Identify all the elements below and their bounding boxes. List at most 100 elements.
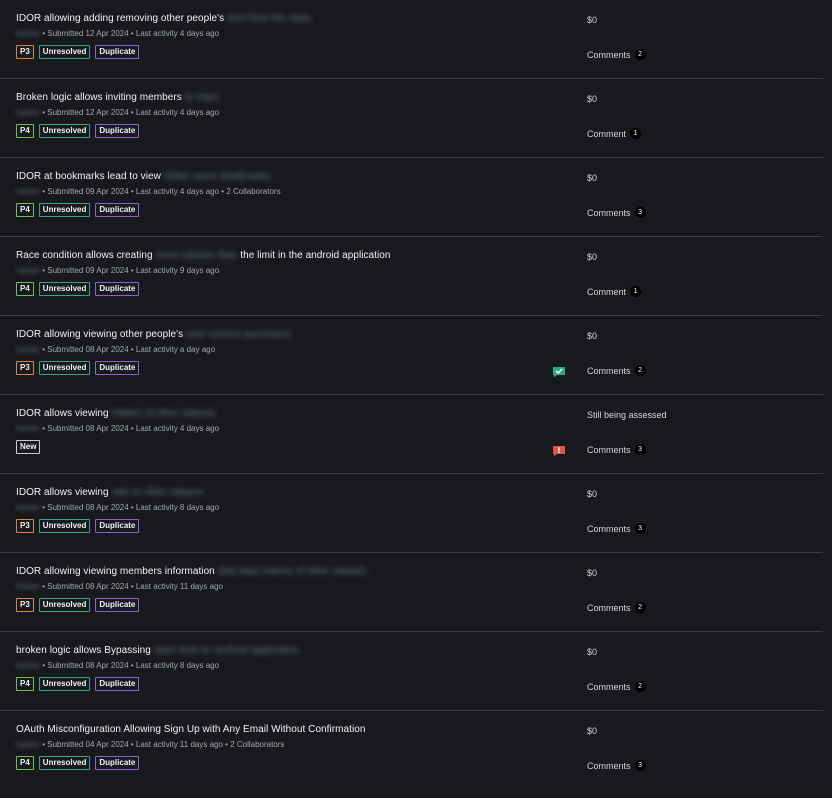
report-meta-text: • Submitted 08 Apr 2024 • Last activity …	[42, 582, 223, 591]
report-meta-text: • Submitted 09 Apr 2024 • Last activity …	[42, 187, 281, 196]
report-meta-text: • Submitted 08 Apr 2024 • Last activity …	[42, 503, 220, 512]
redacted-title-text: to class	[184, 92, 219, 103]
report-meta: hacker • Submitted 04 Apr 2024 • Last ac…	[16, 740, 284, 749]
report-title[interactable]: IDOR allows viewing sets in other classe…	[16, 487, 203, 498]
redacted-title-text: folders of other classes	[111, 408, 216, 419]
comments-link[interactable]: Comments 3	[587, 760, 646, 771]
reward-amount: $0	[587, 94, 598, 104]
comments-link[interactable]: Comments 2	[587, 681, 646, 692]
report-row[interactable]: IDOR allows viewing sets in other classe…	[0, 474, 823, 553]
comments-label: Comments	[587, 444, 631, 455]
reporter-username[interactable]: hacker	[16, 345, 40, 354]
reward-amount: $0	[587, 15, 598, 25]
report-meta-text: • Submitted 08 Apr 2024 • Last activity …	[42, 424, 220, 433]
state-badge: Unresolved	[38, 756, 91, 770]
comments-link[interactable]: Comments 3	[587, 444, 646, 455]
report-title[interactable]: Broken logic allows inviting members to …	[16, 92, 219, 103]
state-badge: New	[16, 440, 41, 454]
state-badge: Unresolved	[38, 203, 91, 217]
report-title-text[interactable]: IDOR at bookmarks lead to view	[16, 171, 161, 182]
report-title[interactable]: IDOR allowing adding removing other peop…	[16, 13, 311, 24]
report-title[interactable]: Race condition allows creating more clas…	[16, 250, 390, 261]
report-badges: P4 Unresolved Duplicate	[16, 756, 140, 770]
priority-badge: P4	[16, 124, 34, 138]
report-badges: P3 Unresolved Duplicate	[16, 598, 140, 612]
report-meta: hacker • Submitted 12 Apr 2024 • Last ac…	[16, 29, 219, 38]
report-badges: P4 Unresolved Duplicate	[16, 677, 140, 691]
comments-label: Comments	[587, 602, 631, 613]
comments-label: Comment	[587, 128, 627, 139]
comments-count-badge: 1	[630, 128, 642, 139]
report-row[interactable]: IDOR at bookmarks lead to view Other use…	[0, 158, 823, 237]
report-title-text[interactable]: IDOR allowing adding removing other peop…	[16, 13, 224, 24]
comments-link[interactable]: Comments 2	[587, 602, 646, 613]
comments-count-badge: 3	[634, 207, 646, 218]
report-title-text[interactable]: Broken logic allows inviting members	[16, 92, 182, 103]
reporter-username[interactable]: hacker	[16, 740, 40, 749]
redacted-title-text: sets in other classes	[111, 487, 204, 498]
state-badge: Unresolved	[38, 282, 91, 296]
report-title-text[interactable]: OAuth Misconfiguration Allowing Sign Up …	[16, 724, 365, 735]
report-row[interactable]: Broken logic allows inviting members to …	[0, 79, 823, 158]
report-title[interactable]: broken logic allows Bypassing class limi…	[16, 645, 299, 656]
reward-amount: $0	[587, 173, 598, 183]
report-row[interactable]: broken logic allows Bypassing class limi…	[0, 632, 823, 711]
reporter-username[interactable]: hacker	[16, 582, 40, 591]
comments-link[interactable]: Comments 2	[587, 365, 646, 376]
comments-label: Comments	[587, 365, 631, 376]
substate-badge: Duplicate	[95, 282, 140, 296]
priority-badge: P4	[16, 756, 34, 770]
report-title-text[interactable]: IDOR allowing viewing members informatio…	[16, 566, 215, 577]
report-meta-text: • Submitted 12 Apr 2024 • Last activity …	[42, 108, 220, 117]
state-badge: Unresolved	[38, 45, 91, 59]
report-meta: hacker • Submitted 08 Apr 2024 • Last ac…	[16, 503, 219, 512]
comments-link[interactable]: Comments 3	[587, 523, 646, 534]
report-title-text[interactable]: Race condition allows creating	[16, 250, 153, 261]
reporter-username[interactable]: hacker	[16, 424, 40, 433]
report-row[interactable]: IDOR allowing viewing members informatio…	[0, 553, 823, 632]
report-meta: hacker • Submitted 08 Apr 2024 • Last ac…	[16, 661, 219, 670]
report-title-text[interactable]: IDOR allowing viewing other people's	[16, 329, 183, 340]
reward-amount: $0	[587, 568, 598, 578]
comments-link[interactable]: Comments 2	[587, 49, 646, 60]
reporter-username[interactable]: hacker	[16, 661, 40, 670]
priority-badge: P3	[16, 519, 34, 533]
reporter-username[interactable]: hacker	[16, 503, 40, 512]
substate-badge: Duplicate	[95, 45, 140, 59]
reporter-username[interactable]: hacker	[16, 187, 40, 196]
comments-label: Comments	[587, 523, 631, 534]
report-title[interactable]: OAuth Misconfiguration Allowing Sign Up …	[16, 724, 365, 735]
reward-amount: $0	[587, 252, 598, 262]
report-meta: hacker • Submitted 08 Apr 2024 • Last ac…	[16, 345, 215, 354]
report-row[interactable]: IDOR allowing viewing other people's use…	[0, 316, 823, 395]
comments-label: Comments	[587, 207, 631, 218]
report-row[interactable]: IDOR allows viewing folders of other cla…	[0, 395, 823, 474]
reporter-username[interactable]: hacker	[16, 266, 40, 275]
substate-badge: Duplicate	[95, 677, 140, 691]
comments-count-badge: 3	[634, 444, 646, 455]
substate-badge: Duplicate	[95, 203, 140, 217]
report-title-text[interactable]: IDOR allows viewing	[16, 408, 109, 419]
priority-badge: P3	[16, 361, 34, 375]
report-row[interactable]: Race condition allows creating more clas…	[0, 237, 823, 316]
report-row[interactable]: OAuth Misconfiguration Allowing Sign Up …	[0, 711, 823, 790]
report-title[interactable]: IDOR at bookmarks lead to view Other use…	[16, 171, 271, 182]
report-title[interactable]: IDOR allowing viewing other people's use…	[16, 329, 291, 340]
redacted-title-text: class limit on android application	[153, 645, 300, 656]
report-title-text[interactable]: IDOR allows viewing	[16, 487, 109, 498]
comments-count-badge: 3	[634, 760, 646, 771]
report-title-text[interactable]: broken logic allows Bypassing	[16, 645, 151, 656]
report-title-end[interactable]: the limit in the android application	[237, 250, 390, 261]
comments-link[interactable]: Comment 1	[587, 286, 642, 297]
reporter-username[interactable]: hacker	[16, 108, 40, 117]
redacted-title-text: user content purchases	[185, 329, 292, 340]
report-title[interactable]: IDOR allowing viewing members informatio…	[16, 566, 367, 577]
redacted-title-text: and class tokens of other classes	[217, 566, 367, 577]
report-title[interactable]: IDOR allows viewing folders of other cla…	[16, 408, 216, 419]
comments-link[interactable]: Comment 1	[587, 128, 642, 139]
report-badges: P3 Unresolved Duplicate	[16, 45, 140, 59]
comments-link[interactable]: Comments 3	[587, 207, 646, 218]
redacted-title-text: Other users' bookmarks	[163, 171, 271, 182]
reporter-username[interactable]: hacker	[16, 29, 40, 38]
report-row[interactable]: IDOR allowing adding removing other peop…	[0, 0, 823, 79]
